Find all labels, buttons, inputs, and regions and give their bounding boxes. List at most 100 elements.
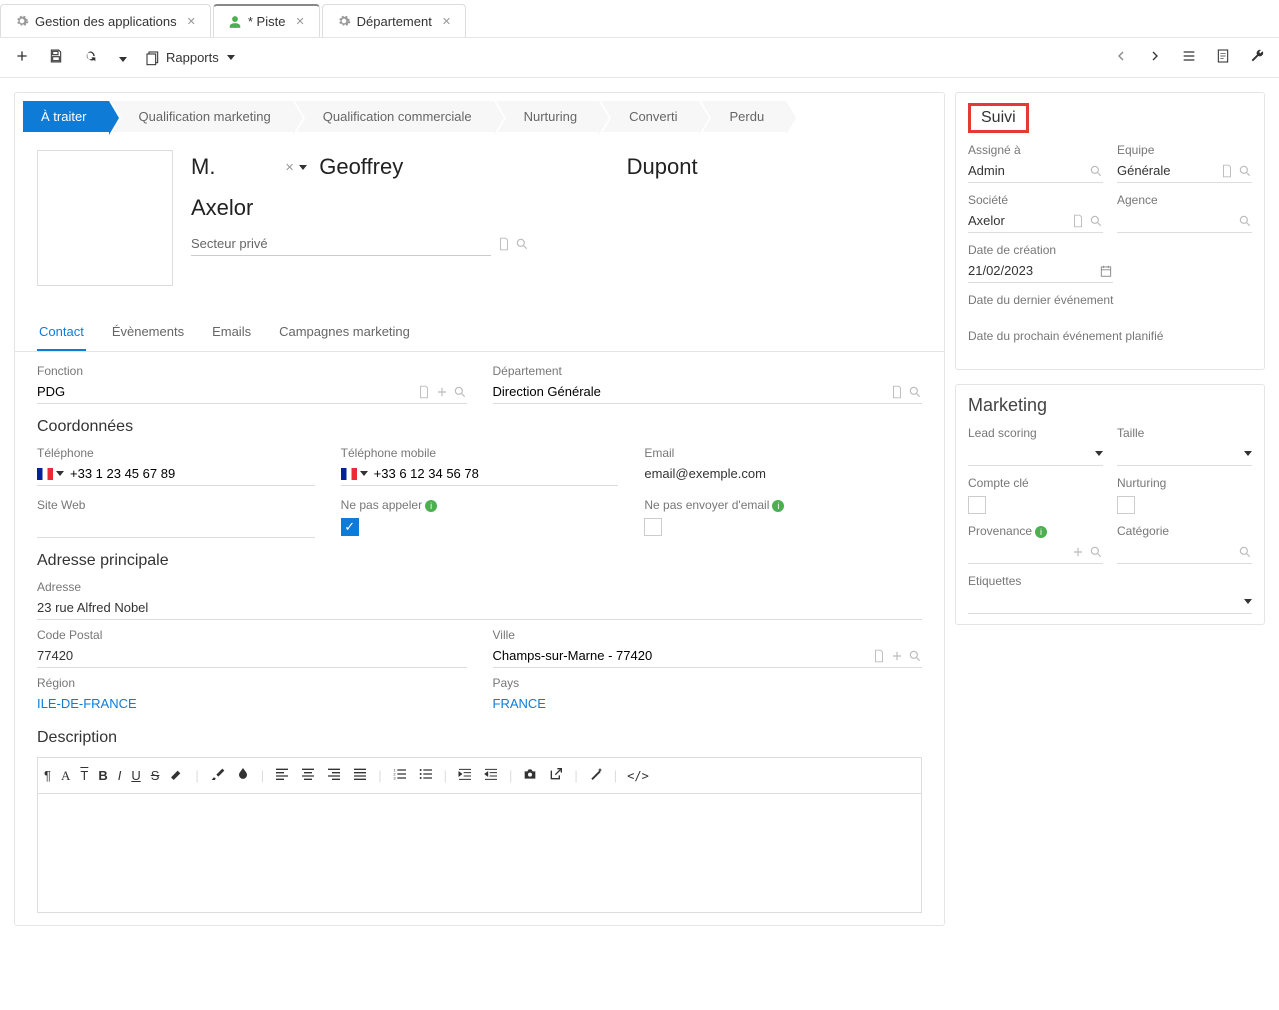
tab-evenements[interactable]: Évènements bbox=[110, 314, 186, 351]
tab-campagnes[interactable]: Campagnes marketing bbox=[277, 314, 412, 351]
etiquettes-select[interactable] bbox=[968, 590, 1252, 614]
app-tab-piste[interactable]: * Piste ✕ bbox=[213, 4, 320, 37]
drop-icon[interactable] bbox=[235, 766, 251, 785]
align-justify-icon[interactable] bbox=[352, 766, 368, 785]
close-icon[interactable]: ✕ bbox=[295, 15, 304, 28]
wrench-button[interactable] bbox=[1249, 48, 1265, 67]
lastname-input[interactable] bbox=[627, 150, 922, 185]
tab-contact[interactable]: Contact bbox=[37, 314, 86, 351]
search-icon[interactable] bbox=[453, 385, 467, 399]
align-right-icon[interactable] bbox=[326, 766, 342, 785]
close-icon[interactable]: ✕ bbox=[442, 15, 451, 28]
nurturing-checkbox[interactable] bbox=[1117, 496, 1135, 514]
prev-button[interactable] bbox=[1113, 48, 1129, 67]
mob-input[interactable] bbox=[374, 462, 619, 485]
list-ol-icon[interactable]: 123 bbox=[392, 766, 408, 785]
fonction-input[interactable] bbox=[37, 380, 417, 403]
firstname-input[interactable] bbox=[319, 150, 614, 185]
email-value[interactable]: email@exemple.com bbox=[644, 462, 922, 485]
pilcrow-icon[interactable]: ¶ bbox=[44, 768, 51, 783]
save-button[interactable] bbox=[48, 48, 64, 67]
region-link[interactable]: ILE-DE-FRANCE bbox=[37, 692, 467, 715]
cp-input[interactable] bbox=[37, 644, 467, 668]
plus-icon[interactable] bbox=[1071, 545, 1085, 559]
societe-value[interactable]: Axelor bbox=[968, 213, 1005, 228]
info-icon[interactable]: i bbox=[1035, 526, 1047, 538]
search-icon[interactable] bbox=[908, 649, 922, 663]
nocall-checkbox[interactable] bbox=[341, 518, 359, 536]
align-center-icon[interactable] bbox=[300, 766, 316, 785]
list-ul-icon[interactable] bbox=[418, 766, 434, 785]
doc-icon[interactable] bbox=[1220, 164, 1234, 178]
stage-converti[interactable]: Converti bbox=[601, 101, 699, 132]
next-button[interactable] bbox=[1147, 48, 1163, 67]
search-icon[interactable] bbox=[1238, 164, 1252, 178]
calendar-icon[interactable] bbox=[1099, 264, 1113, 278]
search-icon[interactable] bbox=[1089, 214, 1103, 228]
leadscoring-select[interactable] bbox=[968, 442, 1103, 466]
dropdown-button[interactable] bbox=[116, 50, 127, 65]
flag-icon[interactable] bbox=[37, 468, 53, 480]
code-icon[interactable]: </> bbox=[627, 769, 649, 783]
form-view-button[interactable] bbox=[1215, 48, 1231, 67]
indent-icon[interactable] bbox=[457, 766, 473, 785]
brush-icon[interactable] bbox=[209, 766, 225, 785]
taille-select[interactable] bbox=[1117, 442, 1252, 466]
external-link-icon[interactable] bbox=[548, 766, 564, 785]
doc-icon[interactable] bbox=[1071, 214, 1085, 228]
doc-icon[interactable] bbox=[890, 385, 904, 399]
search-icon[interactable] bbox=[1238, 545, 1252, 559]
search-icon[interactable] bbox=[1238, 214, 1252, 228]
strike-icon[interactable]: S bbox=[151, 768, 160, 783]
wand-icon[interactable] bbox=[588, 766, 604, 785]
stage-qualif-marketing[interactable]: Qualification marketing bbox=[111, 101, 293, 132]
fontsize-icon[interactable]: T bbox=[80, 768, 88, 783]
list-view-button[interactable] bbox=[1181, 48, 1197, 67]
italic-icon[interactable]: I bbox=[118, 768, 122, 783]
tab-emails[interactable]: Emails bbox=[210, 314, 253, 351]
bold-icon[interactable]: B bbox=[98, 768, 107, 783]
company-input[interactable] bbox=[191, 191, 922, 226]
plus-icon[interactable] bbox=[435, 385, 449, 399]
info-icon[interactable]: i bbox=[772, 500, 784, 512]
camera-icon[interactable] bbox=[522, 766, 538, 785]
flag-icon[interactable] bbox=[341, 468, 357, 480]
sector-input[interactable] bbox=[191, 232, 491, 256]
comptecle-checkbox[interactable] bbox=[968, 496, 986, 514]
underline-icon[interactable]: U bbox=[131, 768, 140, 783]
stage-nurturing[interactable]: Nurturing bbox=[496, 101, 599, 132]
assigne-value[interactable]: Admin bbox=[968, 163, 1005, 178]
web-input[interactable] bbox=[37, 514, 315, 538]
font-icon[interactable]: A bbox=[61, 768, 70, 784]
new-button[interactable] bbox=[14, 48, 30, 67]
app-tab-gestion[interactable]: Gestion des applications ✕ bbox=[0, 4, 211, 37]
doc-icon[interactable] bbox=[497, 237, 511, 251]
search-icon[interactable] bbox=[1089, 545, 1103, 559]
stage-a-traiter[interactable]: À traiter bbox=[23, 101, 109, 132]
stage-qualif-commerciale[interactable]: Qualification commerciale bbox=[295, 101, 494, 132]
pays-link[interactable]: FRANCE bbox=[493, 692, 923, 715]
ville-input[interactable] bbox=[493, 644, 873, 667]
noemail-checkbox[interactable] bbox=[644, 518, 662, 536]
tel-input[interactable] bbox=[70, 462, 315, 485]
equipe-value[interactable]: Générale bbox=[1117, 163, 1170, 178]
avatar[interactable] bbox=[37, 150, 173, 286]
doc-icon[interactable] bbox=[872, 649, 886, 663]
title-select[interactable] bbox=[191, 150, 281, 185]
doc-icon[interactable] bbox=[417, 385, 431, 399]
description-editor[interactable] bbox=[37, 793, 922, 913]
close-icon[interactable]: ✕ bbox=[187, 15, 196, 28]
search-icon[interactable] bbox=[515, 237, 529, 251]
align-left-icon[interactable] bbox=[274, 766, 290, 785]
search-icon[interactable] bbox=[1089, 164, 1103, 178]
refresh-button[interactable] bbox=[82, 48, 98, 67]
outdent-icon[interactable] bbox=[483, 766, 499, 785]
adresse-input[interactable] bbox=[37, 596, 922, 620]
highlight-icon[interactable] bbox=[169, 766, 185, 785]
search-icon[interactable] bbox=[908, 385, 922, 399]
info-icon[interactable]: i bbox=[425, 500, 437, 512]
app-tab-departement[interactable]: Département ✕ bbox=[322, 4, 466, 37]
departement-input[interactable] bbox=[493, 380, 891, 403]
plus-icon[interactable] bbox=[890, 649, 904, 663]
stage-perdu[interactable]: Perdu bbox=[701, 101, 786, 132]
